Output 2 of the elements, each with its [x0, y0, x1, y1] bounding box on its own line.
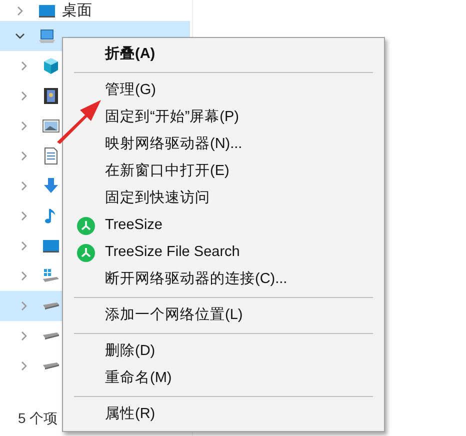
status-text: 5 个项	[18, 408, 58, 428]
tree-item-label: 桌面	[62, 0, 92, 21]
